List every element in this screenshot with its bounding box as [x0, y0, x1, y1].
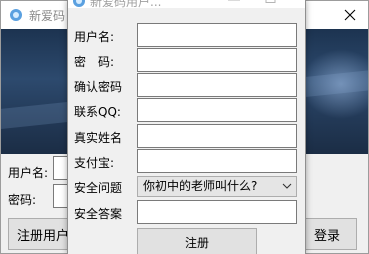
register-dialog-titlebar: 新爱码用户...: [68, 0, 305, 9]
main-window-title: 新爱码: [29, 9, 66, 23]
security-answer-label: 安全答案: [74, 207, 123, 221]
username-label: 用户名:: [74, 30, 115, 44]
register-submit-label: 注册: [184, 235, 209, 250]
security-answer-input[interactable]: [137, 200, 297, 224]
close-button[interactable]: [331, 1, 369, 29]
login-button-label: 登录: [313, 228, 340, 244]
register-dialog-title: 新爱码用户...: [90, 0, 162, 9]
register-user-button[interactable]: 注册用户: [8, 218, 70, 250]
login-button[interactable]: 登录: [297, 218, 357, 250]
app-logo-icon: [10, 9, 22, 21]
password-input[interactable]: [137, 48, 297, 72]
app-logo-icon: [73, 0, 85, 7]
close-icon: [344, 9, 356, 21]
register-dialog: 新爱码用户... 用户名: 密 码: 确认密码 联系QQ: 真实姓名 支付宝: …: [67, 0, 306, 254]
minimize-maximize-icons[interactable]: [226, 0, 286, 8]
register-submit-button[interactable]: 注册: [137, 228, 257, 254]
alipay-label: 支付宝:: [74, 156, 115, 170]
chevron-down-icon: [282, 183, 292, 189]
qq-label: 联系QQ:: [74, 105, 121, 119]
username-input[interactable]: [137, 23, 297, 47]
confirm-password-label: 确认密码: [74, 80, 123, 94]
security-question-value: 你初中的老师叫什么?: [143, 179, 258, 193]
register-user-button-label: 注册用户: [17, 228, 70, 244]
real-name-input[interactable]: [137, 124, 297, 148]
qq-input[interactable]: [137, 98, 297, 122]
main-username-label: 用户名:: [8, 166, 49, 180]
main-password-label: 密码:: [8, 193, 37, 207]
confirm-password-input[interactable]: [137, 73, 297, 97]
real-name-label: 真实姓名: [74, 131, 123, 145]
security-question-label: 安全问题: [74, 181, 123, 195]
password-label: 密 码:: [74, 55, 115, 69]
security-question-select[interactable]: 你初中的老师叫什么?: [137, 176, 297, 197]
alipay-input[interactable]: [137, 149, 297, 173]
